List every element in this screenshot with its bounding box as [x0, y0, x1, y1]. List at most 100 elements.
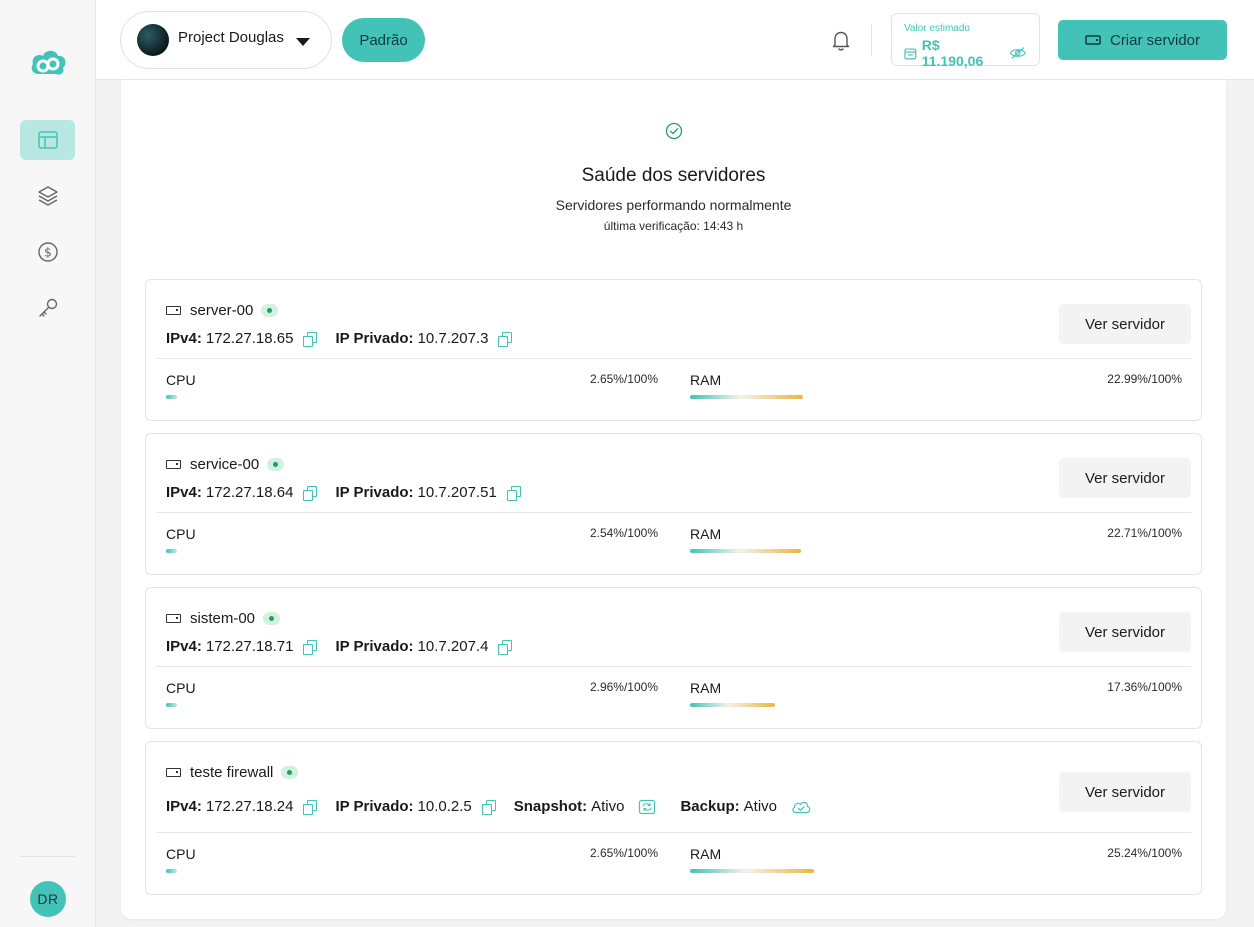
sidebar-item-keys[interactable] — [20, 288, 75, 328]
private-ip-label: IP Privado: — [335, 638, 414, 655]
plan-badge[interactable]: Padrão — [342, 18, 425, 62]
server-card: server-00 IPv4: 172.27.18.65 IP Privado:… — [145, 279, 1202, 421]
cpu-usage-bar — [166, 549, 177, 553]
copy-icon[interactable] — [303, 799, 318, 815]
private-ip-value: 10.7.207.3 — [417, 330, 489, 347]
view-server-button[interactable]: Ver servidor — [1059, 612, 1191, 652]
server-health-section: Saúde dos servidores Servidores performa… — [121, 122, 1226, 233]
ram-label: RAM — [690, 680, 722, 696]
server-card: service-00 IPv4: 172.27.18.64 IP Privado… — [145, 433, 1202, 575]
last-check-time: última verificação: 14:43 h — [603, 219, 744, 233]
copy-icon[interactable] — [498, 331, 513, 347]
card-divider — [156, 512, 1191, 513]
view-server-button[interactable]: Ver servidor — [1059, 772, 1191, 812]
project-selector[interactable]: Project Douglas — [120, 11, 332, 69]
eye-off-icon[interactable] — [1009, 46, 1027, 60]
ram-value: 25.24%/100% — [1107, 846, 1182, 860]
estimate-label: Valor estimado — [904, 23, 970, 34]
snapshot-sync-icon[interactable] — [638, 799, 656, 815]
user-avatar[interactable]: DR — [30, 881, 66, 917]
private-ip-label: IP Privado: — [335, 484, 414, 501]
server-icon — [166, 614, 181, 623]
sidebar-item-dashboard[interactable] — [20, 120, 75, 160]
ram-usage-bar — [690, 395, 803, 399]
ipv4-value: 172.27.18.24 — [205, 798, 294, 815]
server-icon — [166, 306, 181, 315]
check-circle-icon — [665, 122, 682, 140]
card-divider — [156, 832, 1191, 833]
ipv4-label: IPv4: — [166, 330, 202, 347]
server-icon — [166, 768, 181, 777]
copy-icon[interactable] — [498, 639, 513, 655]
cpu-label: CPU — [166, 846, 196, 862]
ram-label: RAM — [690, 372, 722, 388]
cloud-check-icon[interactable] — [791, 800, 811, 814]
ipv4-value: 172.27.18.71 — [205, 638, 294, 655]
view-server-button[interactable]: Ver servidor — [1059, 304, 1191, 344]
sidebar-item-billing[interactable]: $ — [20, 232, 75, 272]
project-avatar — [137, 24, 169, 56]
estimated-value-box: Valor estimado R$ 11.190,06 — [891, 13, 1040, 69]
ram-usage-bar — [690, 703, 775, 707]
svg-text:$: $ — [44, 246, 52, 260]
cloud-logo-icon[interactable] — [28, 44, 68, 80]
cpu-value: 2.65%/100% — [589, 372, 658, 386]
status-online-icon — [281, 766, 299, 779]
cpu-usage-bar — [166, 395, 177, 399]
private-ip-value: 10.0.2.5 — [417, 798, 472, 815]
server-icon — [1085, 35, 1101, 45]
private-ip-value: 10.7.207.51 — [417, 484, 497, 501]
sidebar: $ DR — [0, 0, 96, 927]
server-card: teste firewall IPv4: 172.27.18.24 IP Pri… — [145, 741, 1202, 895]
create-server-button[interactable]: Criar servidor — [1058, 20, 1227, 60]
server-name: service-00 — [190, 456, 260, 473]
private-ip-value: 10.7.207.4 — [417, 638, 489, 655]
ipv4-value: 172.27.18.64 — [205, 484, 294, 501]
chevron-down-icon — [295, 38, 310, 46]
top-header: Project Douglas Padrão Valor estimado R$… — [96, 0, 1254, 80]
sidebar-item-layers[interactable] — [20, 176, 75, 216]
cpu-label: CPU — [166, 680, 196, 696]
server-icon — [166, 460, 181, 469]
copy-icon[interactable] — [303, 639, 318, 655]
cpu-usage-bar — [166, 869, 177, 873]
private-ip-label: IP Privado: — [335, 330, 414, 347]
sidebar-divider — [20, 856, 75, 857]
cpu-value: 2.65%/100% — [589, 846, 658, 860]
ipv4-label: IPv4: — [166, 484, 202, 501]
layout-icon — [37, 131, 58, 149]
ram-value: 22.99%/100% — [1107, 372, 1182, 386]
cpu-value: 2.96%/100% — [589, 680, 658, 694]
view-server-button[interactable]: Ver servidor — [1059, 458, 1191, 498]
ram-value: 22.71%/100% — [1107, 526, 1182, 540]
key-icon — [38, 298, 57, 317]
cpu-label: CPU — [166, 372, 196, 388]
backup-value: Ativo — [743, 798, 778, 815]
server-name: sistem-00 — [190, 610, 256, 627]
backup-label: Backup: — [680, 798, 740, 815]
copy-icon[interactable] — [303, 485, 318, 501]
copy-icon[interactable] — [506, 485, 521, 501]
server-name: teste firewall — [190, 764, 274, 781]
copy-icon[interactable] — [481, 799, 496, 815]
header-divider — [871, 24, 872, 56]
dollar-circle-icon: $ — [37, 242, 58, 262]
cpu-usage-bar — [166, 703, 177, 707]
server-name: server-00 — [190, 302, 254, 319]
status-online-icon — [267, 458, 285, 471]
bell-icon[interactable] — [829, 28, 853, 52]
layers-icon — [37, 186, 58, 206]
private-ip-label: IP Privado: — [335, 798, 414, 815]
snapshot-label: Snapshot: — [513, 798, 588, 815]
copy-icon[interactable] — [303, 331, 318, 347]
server-card: sistem-00 IPv4: 172.27.18.71 IP Privado:… — [145, 587, 1202, 729]
status-online-icon — [261, 304, 279, 317]
calendar-icon — [904, 48, 917, 59]
estimate-value: R$ 11.190,06 — [921, 37, 984, 69]
ram-label: RAM — [690, 526, 722, 542]
create-server-label: Criar servidor — [1109, 31, 1200, 49]
project-name: Project Douglas — [178, 28, 284, 46]
ipv4-value: 172.27.18.65 — [205, 330, 294, 347]
ipv4-label: IPv4: — [166, 638, 202, 655]
ipv4-label: IPv4: — [166, 798, 202, 815]
